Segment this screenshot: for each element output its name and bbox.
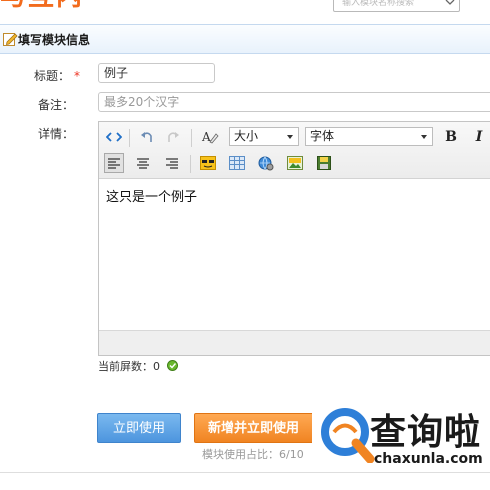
image-icon[interactable] (285, 153, 305, 173)
watermark-brand: 查询啦 (370, 412, 482, 453)
align-center-icon[interactable] (133, 153, 153, 173)
watermark: 查询啦 chaxunla.com (312, 400, 490, 472)
title-label: 标题： * (33, 69, 80, 83)
search-placeholder: 输入模块名称搜索 (342, 0, 415, 8)
editor-statusbar (99, 330, 490, 355)
section-title: 填写模块信息 (18, 33, 91, 47)
use-now-button[interactable]: 立即使用 (97, 413, 181, 443)
search-input[interactable]: 输入模块名称搜索 (333, 0, 460, 12)
svg-text:A: A (201, 130, 211, 144)
save-icon[interactable] (314, 153, 334, 173)
toolbar-separator (191, 129, 192, 147)
align-right-icon[interactable] (162, 153, 182, 173)
link-icon[interactable] (256, 153, 276, 173)
usage-ratio: 模块使用占比：6/10 (202, 448, 304, 461)
required-mark: * (74, 69, 80, 83)
font-size-dropdown[interactable]: 大小 (229, 127, 299, 146)
edit-icon (3, 33, 18, 46)
toolbar-separator (129, 129, 130, 147)
check-icon (167, 360, 178, 371)
source-code-icon[interactable] (104, 127, 124, 147)
search-icon[interactable] (443, 0, 457, 7)
divider (0, 472, 490, 473)
editor-content[interactable]: 这只是一个例子 (106, 186, 197, 205)
note-input[interactable]: 最多20个汉字 (98, 92, 490, 112)
toolbar-separator (190, 155, 191, 173)
table-icon[interactable] (227, 153, 247, 173)
section-header: 填写模块信息 (0, 24, 490, 54)
undo-icon[interactable] (137, 127, 157, 147)
bold-button[interactable]: B (441, 127, 461, 147)
detail-label: 详情： (37, 127, 74, 141)
clear-format-icon[interactable]: A (200, 127, 220, 147)
align-left-icon[interactable] (104, 153, 124, 173)
watermark-logo-icon (321, 408, 375, 463)
font-family-dropdown[interactable]: 字体 (305, 127, 433, 146)
redo-icon[interactable] (163, 127, 183, 147)
editor-toolbar: A 大小 字体 B I (99, 122, 490, 179)
chevron-down-icon (421, 135, 427, 139)
italic-button[interactable]: I (469, 127, 489, 147)
watermark-url: chaxunla.com (374, 451, 483, 467)
emoticon-icon[interactable] (198, 153, 218, 173)
note-label: 备注： (37, 98, 74, 112)
screen-count: 当前屏数：0 (98, 360, 160, 373)
site-logo: 与互内 (0, 0, 140, 8)
title-input[interactable]: 例子 (98, 63, 215, 83)
chevron-down-icon (287, 135, 293, 139)
rich-text-editor[interactable]: A 大小 字体 B I 这只是一个例子 (98, 121, 490, 356)
